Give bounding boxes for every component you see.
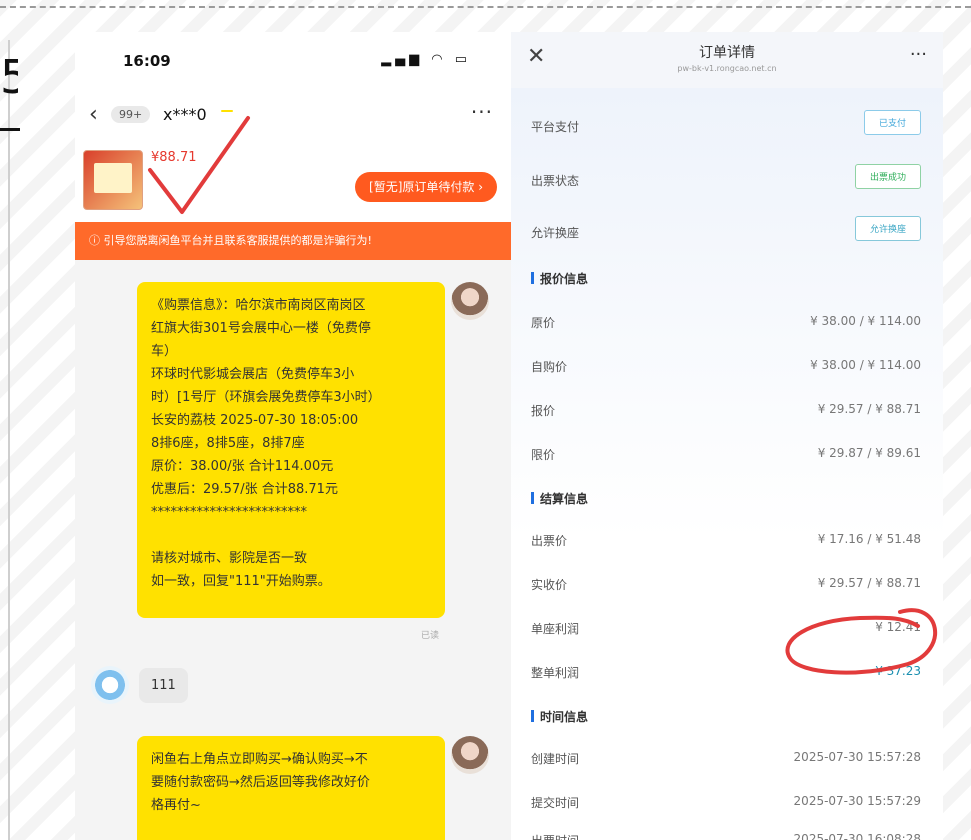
fraud-warning-banner: ⓘ 引导您脱离闲鱼平台并且联系客服提供的都是诈骗行为!	[75, 222, 511, 260]
buyer-message-bubble: 111	[139, 668, 188, 703]
status-time: 16:09	[123, 52, 171, 70]
status-icons: ▂▄▆ ◠ ▭	[381, 52, 471, 67]
status-badge: 出票成功	[854, 164, 921, 189]
section-time: 时间信息	[531, 708, 588, 725]
more-icon[interactable]: ···	[910, 44, 927, 65]
read-receipt: 已读	[421, 631, 440, 641]
cropped-bar	[0, 128, 20, 131]
status-badge: 已支付	[863, 110, 921, 135]
cropped-glyph: 5	[0, 54, 18, 100]
contact-tag-badge	[221, 110, 233, 112]
contact-name[interactable]: x***0	[163, 105, 207, 124]
left-edge-line	[8, 40, 10, 840]
section-settlement: 结算信息	[531, 490, 588, 507]
buyer-avatar[interactable]	[91, 666, 129, 704]
order-detail-body: 平台支付 已支付 出票状态 出票成功 允许换座 允许换座 报价信息 原价 ¥ 3…	[511, 88, 943, 840]
chat-header: ‹ 99+ x***0 ···	[75, 90, 511, 144]
order-detail-header: ✕ 订单详情 pw-bk-v1.rongcao.net.cn ···	[511, 32, 943, 88]
order-detail-screen: ✕ 订单详情 pw-bk-v1.rongcao.net.cn ··· 平台支付 …	[511, 32, 943, 840]
more-icon[interactable]: ···	[471, 100, 493, 124]
dashed-border	[0, 6, 971, 8]
order-status-button[interactable]: [暂无]原订单待付款 ›	[355, 172, 497, 202]
seller-avatar[interactable]	[451, 282, 489, 320]
back-icon[interactable]: ‹	[89, 102, 98, 127]
message-bubble-2: 闲鱼右上角点立即购买→确认购买→不 要随付款密码→然后返回等我修改好价 格再付~	[137, 736, 445, 840]
chat-screen: 16:09 ▂▄▆ ◠ ▭ ‹ 99+ x***0 ··· ¥88.71 [暂无…	[75, 32, 511, 840]
product-price: ¥88.71	[151, 150, 197, 165]
total-profit-value: ¥ 37.23	[875, 664, 921, 678]
status-badge: 允许换座	[854, 216, 921, 241]
seller-avatar-2[interactable]	[451, 736, 489, 774]
page-title: 订单详情	[699, 45, 755, 61]
page-url: pw-bk-v1.rongcao.net.cn	[677, 64, 777, 73]
unread-count-badge: 99+	[111, 106, 151, 123]
product-card[interactable]: ¥88.71 [暂无]原订单待付款 ›	[75, 144, 511, 222]
product-thumbnail	[83, 150, 143, 210]
message-bubble: 《购票信息》：哈尔滨市南岗区南岗区 红旗大街301号会展中心一楼（免费停 车） …	[137, 282, 445, 618]
status-bar: 16:09 ▂▄▆ ◠ ▭	[75, 32, 511, 90]
section-price: 报价信息	[531, 270, 588, 287]
